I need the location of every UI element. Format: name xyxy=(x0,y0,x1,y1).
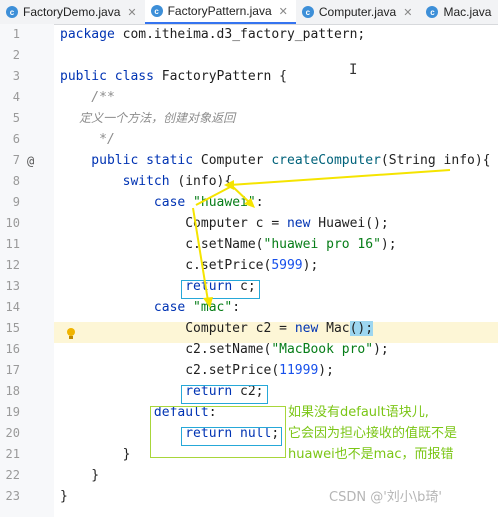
annotation-line-3: huawei也不是mac，而报错 xyxy=(288,447,454,462)
csdn-watermark: CSDN @'刘小\b琦' xyxy=(329,490,442,505)
annotation-line-1: 如果没有default语块儿, xyxy=(288,405,429,420)
annotation-line-2: 它会因为担心接收的值既不是 xyxy=(288,426,458,441)
annotation-text: 如果没有default语块儿, 它会因为担心接收的值既不是 huawei也不是m… xyxy=(288,402,493,465)
